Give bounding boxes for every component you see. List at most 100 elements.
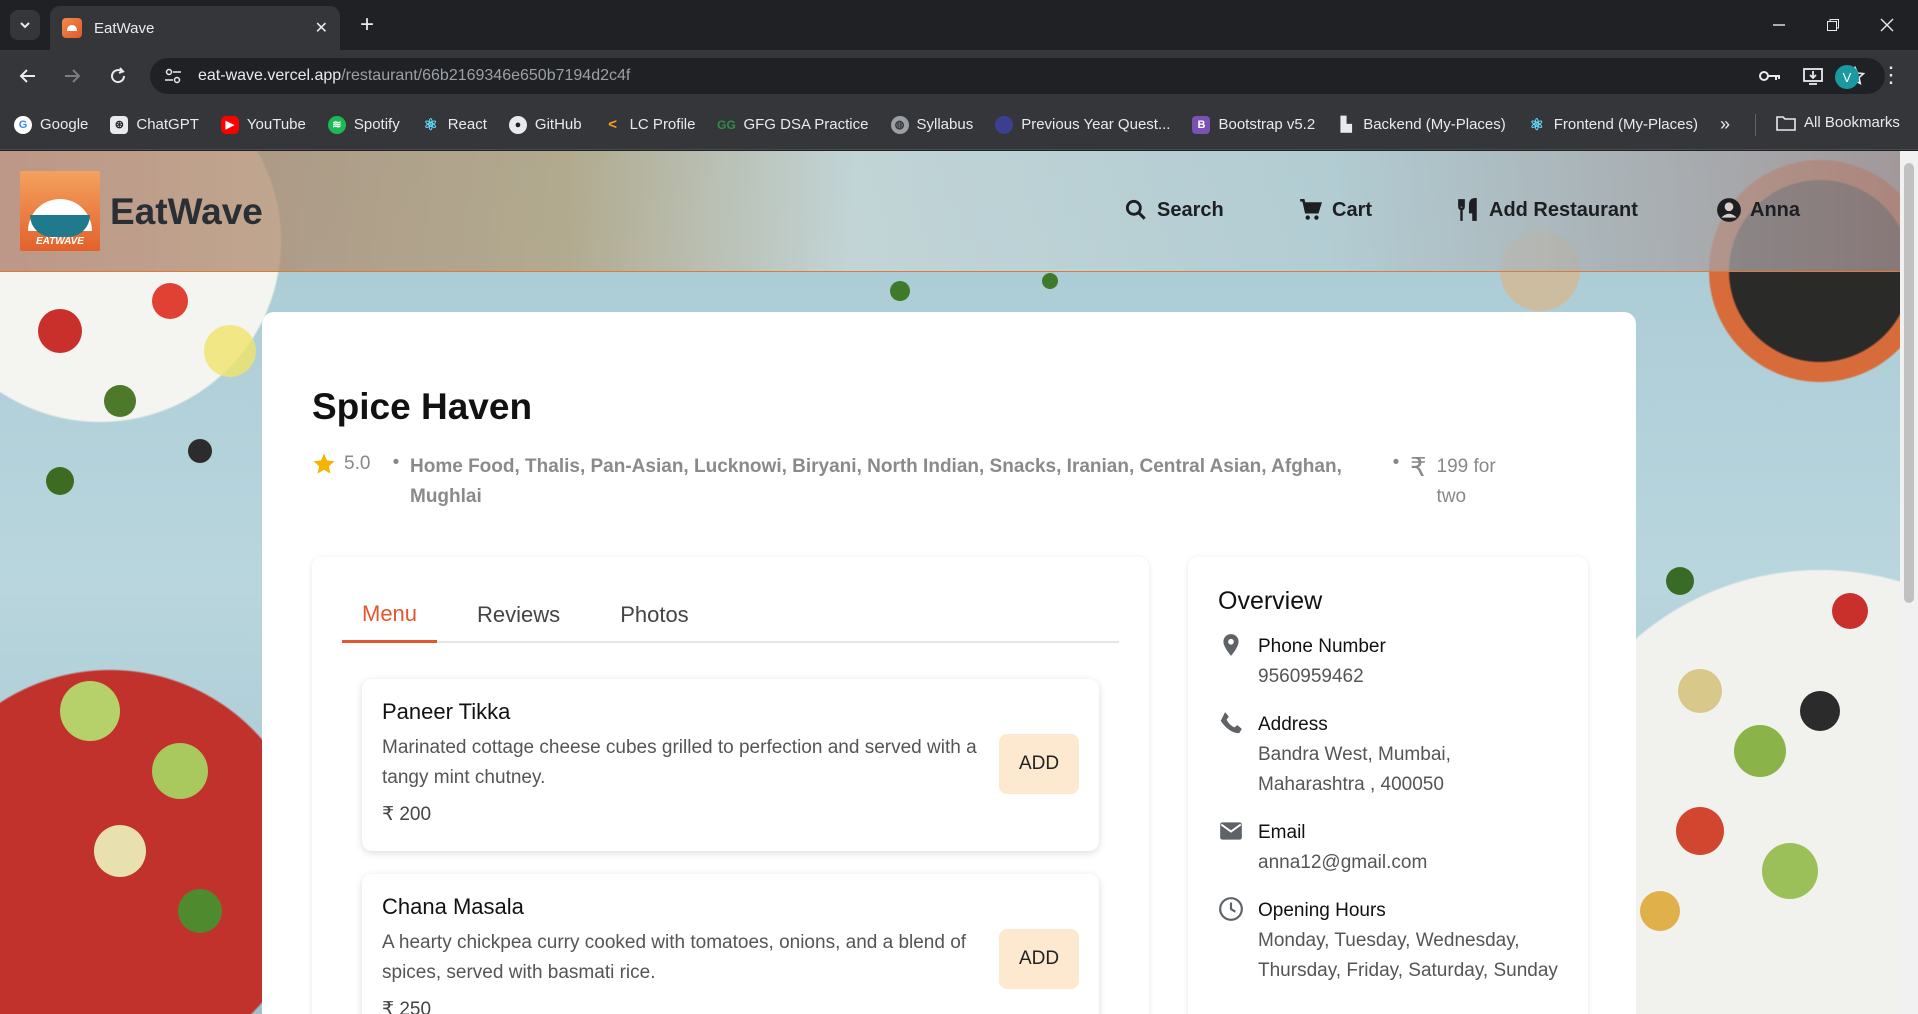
address-value: Bandra West, Mumbai, Maharashtra , 40005… [1258, 744, 1451, 795]
bookmark-google[interactable]: G Google [14, 115, 88, 134]
forward-button[interactable] [56, 60, 88, 92]
browser-toolbar: eat-wave.vercel.app/restaurant/66b216934… [0, 50, 1918, 100]
tab-search-button[interactable] [10, 10, 40, 40]
nav-search-label: Search [1157, 198, 1224, 221]
dish-description: A hearty chickpea curry cooked with toma… [382, 932, 967, 983]
more-bookmarks-icon[interactable]: » [1720, 114, 1730, 135]
nav-add-restaurant[interactable]: Add Restaurant [1455, 197, 1638, 223]
restaurant-name: Spice Haven [312, 386, 533, 427]
profile-avatar[interactable]: V [1835, 65, 1859, 89]
bookmark-lc-profile[interactable]: < LC Profile [604, 116, 695, 134]
url-host: eat-wave.vercel.app [198, 67, 342, 84]
add-to-cart-button[interactable]: ADD [999, 929, 1079, 989]
overview-title: Overview [1218, 587, 1323, 615]
leetcode-icon: < [608, 116, 617, 133]
install-app-icon[interactable] [1803, 67, 1823, 85]
bookmark-syllabus[interactable]: ◍ Syllabus [890, 115, 973, 134]
cost-for-two: ₹ 199 for two [1410, 452, 1530, 512]
bookmark-previous-year[interactable]: Previous Year Quest... [995, 115, 1171, 134]
bookmark-label: GitHub [534, 116, 582, 133]
restore-icon [1827, 19, 1839, 31]
email-label: Email [1258, 822, 1306, 843]
spotify-icon: ≋ [327, 115, 346, 134]
hours-label: Opening Hours [1258, 900, 1386, 921]
new-tab-button[interactable]: + [352, 10, 382, 40]
chatgpt-icon: ⊛ [110, 115, 129, 134]
bookmark-gfg[interactable]: GG GFG DSA Practice [717, 116, 868, 134]
separator-dot: • [392, 452, 400, 473]
cost-value: 199 for two [1436, 456, 1496, 507]
restore-button[interactable] [1806, 0, 1860, 50]
react-icon: ⚛ [423, 116, 438, 134]
bookmark-label: Previous Year Quest... [1021, 116, 1171, 133]
close-tab-icon[interactable]: ✕ [315, 18, 328, 38]
add-to-cart-button[interactable]: ADD [999, 734, 1079, 794]
back-button[interactable] [12, 60, 44, 92]
circle-icon [995, 115, 1014, 134]
tab-menu[interactable]: Menu [342, 587, 438, 643]
places-icon: ▙ [1340, 116, 1352, 132]
bookmark-bootstrap[interactable]: B Bootstrap v5.2 [1192, 115, 1315, 134]
bookmark-label: React [447, 116, 487, 133]
bookmarks-divider [1755, 114, 1756, 136]
minimize-icon [1773, 24, 1785, 26]
reload-icon [111, 67, 126, 84]
scrollbar-thumb[interactable] [1904, 163, 1914, 603]
close-window-button[interactable] [1860, 0, 1914, 50]
menu-item: Paneer Tikka Marinated cottage cheese cu… [362, 679, 1099, 851]
restaurant-utensils-icon [1458, 197, 1477, 221]
reload-button[interactable] [102, 60, 134, 92]
browser-menu-icon[interactable]: ⋮ [1880, 62, 1902, 88]
logo-text: EATWAVE [36, 236, 84, 247]
close-icon [1880, 18, 1894, 32]
youtube-icon: ▶ [220, 115, 239, 134]
address-label: Address [1258, 714, 1328, 735]
brand-name[interactable]: EatWave [110, 191, 263, 233]
search-icon [1125, 199, 1146, 220]
bookmark-frontend[interactable]: ⚛ Frontend (My-Places) [1528, 116, 1698, 134]
tab-reviews[interactable]: Reviews [457, 587, 580, 643]
bookmark-label: Frontend (My-Places) [1553, 116, 1698, 133]
gfg-icon: GG [717, 117, 736, 132]
phone-value: 9560959462 [1258, 666, 1364, 687]
nav-cart[interactable]: Cart [1298, 197, 1372, 223]
bookmark-react[interactable]: ⚛ React [422, 116, 487, 134]
menu-item: Chana Masala A hearty chickpea curry coo… [362, 874, 1099, 1014]
overview-panel: Overview Phone Number 9560959462 Address… [1188, 557, 1588, 1014]
nav-user[interactable]: Anna [1716, 197, 1800, 223]
minimize-button[interactable] [1752, 0, 1806, 50]
arrow-left-icon [19, 69, 35, 83]
bookmark-backend[interactable]: ▙ Backend (My-Places) [1337, 116, 1506, 134]
restaurant-card: Spice Haven 5.0 • Home Food, Thalis, Pan… [262, 312, 1636, 1014]
bookmark-label: YouTube [246, 116, 306, 133]
hours-value: Monday, Tuesday, Wednesday, Thursday, Fr… [1258, 930, 1558, 981]
url-text: eat-wave.vercel.app/restaurant/66b216934… [198, 67, 630, 85]
rating-value: 5.0 [344, 453, 371, 474]
url-path: /restaurant/66b2169346e650b7194d2c4f [341, 67, 631, 84]
page-scrollbar[interactable] [1900, 151, 1918, 1014]
tab-title: EatWave [94, 19, 155, 37]
address-bar[interactable]: eat-wave.vercel.app/restaurant/66b216934… [150, 58, 1885, 94]
tab-photos[interactable]: Photos [600, 587, 709, 643]
dish-name: Chana Masala [382, 894, 524, 919]
nav-search[interactable]: Search [1123, 197, 1224, 223]
browser-tab[interactable]: EatWave ✕ [50, 6, 340, 50]
bookmark-youtube[interactable]: ▶ YouTube [220, 115, 306, 134]
bookmark-label: Spotify [353, 116, 400, 133]
nav-cart-label: Cart [1332, 198, 1373, 221]
bookmark-label: ChatGPT [136, 116, 199, 133]
site-settings-icon[interactable] [164, 66, 184, 86]
bookmark-chatgpt[interactable]: ⊛ ChatGPT [110, 115, 199, 134]
all-bookmarks-label: All Bookmarks [1804, 114, 1900, 131]
page-viewport: EATWAVE EatWave Search Cart Add Restaura… [0, 151, 1918, 1014]
overview-phone: Phone Number 9560959462 [1218, 632, 1558, 692]
overview-address: Address Bandra West, Mumbai, Maharashtra… [1218, 710, 1558, 800]
all-bookmarks-button[interactable]: All Bookmarks [1776, 114, 1900, 131]
bookmark-github[interactable]: ● GitHub [508, 115, 582, 134]
folder-icon [1776, 115, 1796, 131]
password-key-icon[interactable] [1759, 69, 1781, 83]
mail-icon [1220, 822, 1242, 840]
eatwave-logo[interactable]: EATWAVE [20, 171, 100, 251]
bookmark-spotify[interactable]: ≋ Spotify [327, 115, 400, 134]
separator-dot: • [1392, 452, 1400, 473]
